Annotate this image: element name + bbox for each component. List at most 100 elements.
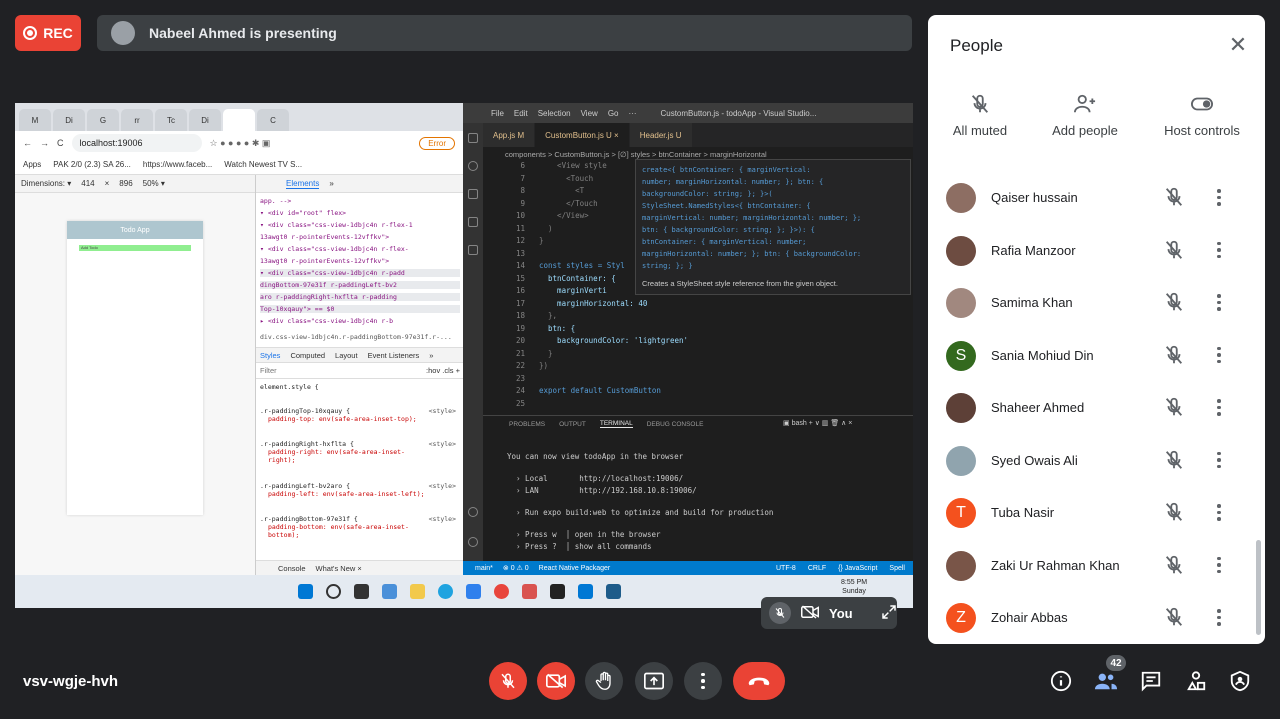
mic-off-icon[interactable] [1163,606,1185,633]
css-property[interactable]: bottom); [260,531,456,539]
filter-tools[interactable]: :hov .cls + [426,366,460,375]
drawer-tab[interactable]: Console [278,564,306,573]
widgets-icon[interactable] [382,584,397,599]
css-property[interactable]: padding-top: env(safe-area-inset-top); [260,415,456,423]
microphone-button[interactable] [489,662,527,700]
extensions-icon[interactable] [468,245,478,255]
editor-tab[interactable]: Header.js U [629,123,693,147]
status-item[interactable]: main* [475,565,493,572]
menu-item[interactable]: View [581,109,598,118]
chrome-tab[interactable] [223,109,255,131]
status-item[interactable]: React Native Packager [539,565,611,572]
bookmark-item[interactable]: Watch Newest TV S... [224,160,302,169]
css-property[interactable]: padding-right: env(safe-area-inset- [260,448,456,456]
mic-off-icon[interactable] [1163,449,1185,476]
devtools-tab[interactable]: Elements [286,179,320,189]
chrome-tab[interactable]: rr [121,109,153,131]
chrome-tab[interactable]: M [19,109,51,131]
code-line[interactable]: }, [539,311,557,320]
bookmark-item[interactable]: PAK 2/0 (2.3) SA 26... [53,160,131,169]
code-line[interactable]: } [539,236,544,245]
dom-node-line[interactable]: ▾ <div class="css-view-1dbjc4n r-padd [260,269,460,277]
scrollbar[interactable] [1256,540,1261,635]
participant-row[interactable]: T Tuba Nasir [928,489,1265,541]
styles-tab[interactable]: Computed [290,351,325,360]
more-vert-icon[interactable] [1214,186,1224,210]
chat-button[interactable] [1138,668,1164,694]
status-item[interactable]: Spell [889,565,905,572]
forward-icon[interactable]: → [40,138,49,148]
dom-node-line[interactable]: Top-10xqauy"> == $0 [260,305,460,313]
more-vert-icon[interactable] [1214,239,1224,263]
css-rule[interactable]: element.style { [260,383,456,391]
panel-tab[interactable]: TERMINAL [599,420,633,428]
search-icon[interactable] [326,584,341,599]
more-vert-icon[interactable] [1214,554,1224,578]
editor-tab[interactable]: CustomButton.js U × [535,123,630,147]
styles-tab[interactable]: » [429,351,433,360]
mic-off-icon[interactable] [1163,501,1185,528]
css-source-link[interactable]: <style> [429,515,456,523]
code-line[interactable]: const styles = Styl [539,261,625,270]
mic-off-icon[interactable] [1163,554,1185,581]
status-item[interactable]: {} JavaScript [838,565,877,572]
account-icon[interactable] [468,507,478,517]
panel-tab[interactable]: DEBUG CONSOLE [647,421,704,428]
dom-node-line[interactable]: 13awgt0 r-pointerEvents-12vffkv"> [260,233,389,241]
css-rule[interactable]: .r-paddingRight-hxflta {<style> padding-r… [260,440,456,464]
height-input[interactable]: 896 [119,179,132,188]
raise-hand-button[interactable] [585,662,623,700]
drawer-tab[interactable]: What's New × [316,564,362,573]
css-rule[interactable]: .r-paddingBottom-97e31f {<style> padding-… [260,515,456,539]
address-bar[interactable]: localhost:19006 [71,134,202,152]
file-explorer-icon[interactable] [410,584,425,599]
dom-node-line[interactable]: ▾ <div class="css-view-1dbjc4n r-flex-1 [260,221,413,229]
devtools-tab[interactable]: » [329,179,333,188]
panel-tab[interactable]: OUTPUT [559,421,586,428]
mic-off-icon[interactable] [1163,291,1185,318]
back-icon[interactable]: ← [23,138,32,148]
bookmark-item[interactable]: Apps [23,160,41,169]
mic-off-icon[interactable] [1163,344,1185,371]
code-line[interactable]: export default CustomButton [539,386,661,395]
host-controls-button[interactable]: Host controls [1154,93,1250,138]
activities-button[interactable] [1183,668,1209,694]
source-control-icon[interactable] [468,189,478,199]
bookmark-item[interactable]: https://www.faceb... [143,160,212,169]
clock[interactable]: 8:55 PM Sunday [841,578,867,596]
code-line[interactable]: </View> [539,211,589,220]
dom-node-line[interactable]: 13awgt0 r-pointerEvents-12vffkv"> [260,257,389,265]
settings-gear-icon[interactable] [468,537,478,547]
close-icon[interactable]: ✕ [1226,33,1250,57]
chrome-tab[interactable]: Tc [155,109,187,131]
participant-row[interactable]: Qaiser hussain [928,174,1265,226]
zoom-select[interactable]: 50% ▾ [143,179,165,188]
terminal-shell-select[interactable]: ▣ bash + ∨ ▥ 🗑 ∧ × [783,419,852,427]
self-tile[interactable]: You [761,597,897,629]
dom-node-line[interactable]: ▸ <div class="css-view-1dbjc4n r-b [260,317,393,325]
panel-tab[interactable]: PROBLEMS [509,421,545,428]
participant-row[interactable]: Samima Khan [928,279,1265,331]
search-icon[interactable] [468,161,478,171]
participant-row[interactable]: Zaki Ur Rahman Khan [928,542,1265,594]
fullscreen-icon[interactable] [881,604,897,623]
menu-item[interactable]: File [491,109,504,118]
leave-call-button[interactable] [733,662,785,700]
css-rule[interactable]: .r-paddingTop-10xqauy {<style> padding-to… [260,407,456,423]
code-line[interactable]: <View style [539,161,607,170]
dom-node-line[interactable]: aro r-paddingRight-hxflta r-padding [260,293,460,301]
dimensions-select[interactable]: Dimensions: ▾ [21,179,71,188]
styles-filter[interactable]: Filter :hov .cls + [256,363,464,379]
more-vert-icon[interactable] [1214,396,1224,420]
css-property[interactable]: padding-bottom: env(safe-area-inset- [260,523,456,531]
chrome-tab[interactable]: Di [53,109,85,131]
dom-node-line[interactable]: dingBottom-97e31f r-paddingLeft-bv2 [260,281,460,289]
dom-node-line[interactable]: ▾ <div class="css-view-1dbjc4n r-flex- [260,245,409,253]
editor-tab[interactable]: App.js M [483,123,536,147]
store-icon[interactable] [466,584,481,599]
vscode-icon[interactable] [578,584,593,599]
meeting-details-button[interactable] [1048,668,1074,694]
menu-item[interactable]: Edit [514,109,528,118]
participant-row[interactable]: Shaheer Ahmed [928,384,1265,436]
task-view-icon[interactable] [354,584,369,599]
